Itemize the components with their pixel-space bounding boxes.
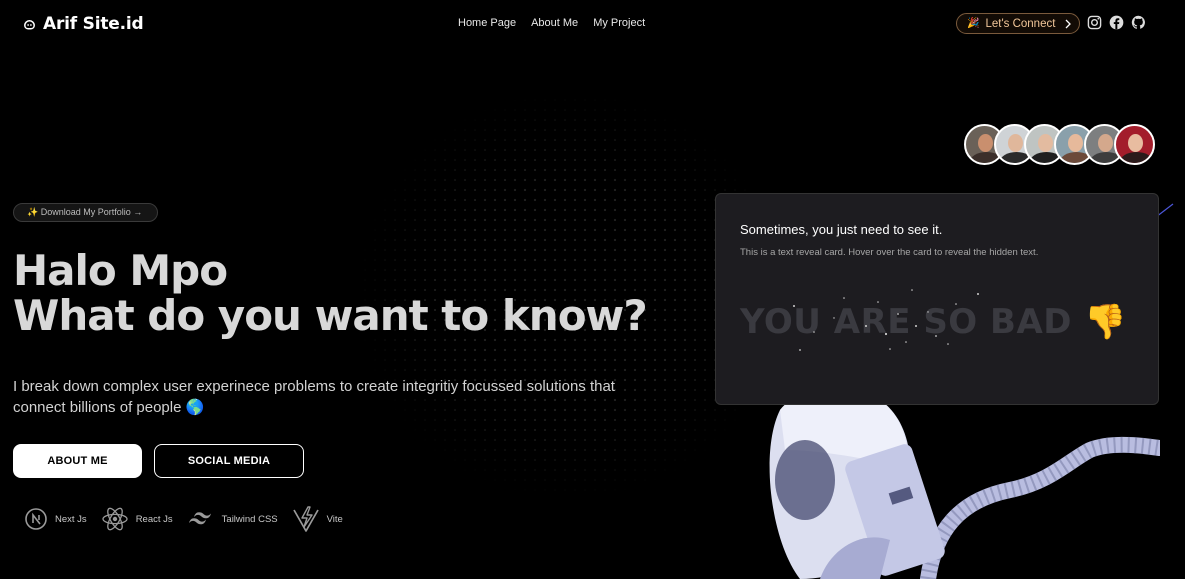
astronaut-illustration xyxy=(769,387,1160,579)
social-media-button[interactable]: SOCIAL MEDIA xyxy=(154,444,304,478)
avatar-stack xyxy=(964,124,1155,165)
download-portfolio-pill[interactable]: ✨ Download My Portfolio → xyxy=(13,203,158,222)
sparkle-particles xyxy=(793,289,979,351)
tech-item-tailwind: Tailwind CSS xyxy=(187,507,278,531)
nav-my-project[interactable]: My Project xyxy=(593,17,645,29)
text-reveal-card[interactable]: Sometimes, you just need to see it. This… xyxy=(715,193,1159,405)
chevron-right-icon xyxy=(1065,19,1072,28)
vite-icon xyxy=(292,506,319,532)
tech-label: Tailwind CSS xyxy=(221,513,278,525)
hero-headline: Halo Mpo What do you want to know? xyxy=(13,246,648,340)
tech-label: Next Js xyxy=(55,513,87,525)
nav-home-page[interactable]: Home Page xyxy=(458,17,516,29)
tech-item-vite: Vite xyxy=(292,505,343,533)
logo-text: Arif Site.id xyxy=(43,14,144,34)
tech-stack: Next Js React Js Tailwind CSS Vite xyxy=(24,505,357,533)
logo-icon xyxy=(24,19,35,29)
tech-item-react: React Js xyxy=(101,505,173,533)
about-me-button[interactable]: ABOUT ME xyxy=(13,444,142,478)
headline-line-2: What do you want to know? xyxy=(13,291,648,340)
tech-item-nextjs: Next Js xyxy=(24,507,87,531)
nextjs-icon xyxy=(25,508,47,530)
tech-label: Vite xyxy=(326,513,343,525)
facebook-icon[interactable] xyxy=(1109,15,1124,30)
avatar[interactable] xyxy=(1114,124,1155,165)
github-icon[interactable] xyxy=(1131,15,1146,30)
react-icon xyxy=(102,507,128,531)
nav-about-me[interactable]: About Me xyxy=(531,17,578,29)
hero-description: I break down complex user experinece pro… xyxy=(13,378,615,416)
lets-connect-label: Let's Connect xyxy=(985,17,1056,30)
headline-line-1: Halo Mpo xyxy=(13,246,228,295)
social-links xyxy=(1087,15,1146,30)
tech-label: React Js xyxy=(135,513,173,525)
download-portfolio-label: ✨ Download My Portfolio → xyxy=(27,207,143,217)
lets-connect-button[interactable]: 🎉 Let's Connect xyxy=(956,13,1080,34)
main-nav: Home Page About Me My Project xyxy=(458,17,645,29)
instagram-icon[interactable] xyxy=(1087,15,1102,30)
party-icon: 🎉 xyxy=(967,18,980,29)
tailwind-icon xyxy=(188,512,211,525)
site-logo[interactable]: Arif Site.id xyxy=(22,14,144,34)
